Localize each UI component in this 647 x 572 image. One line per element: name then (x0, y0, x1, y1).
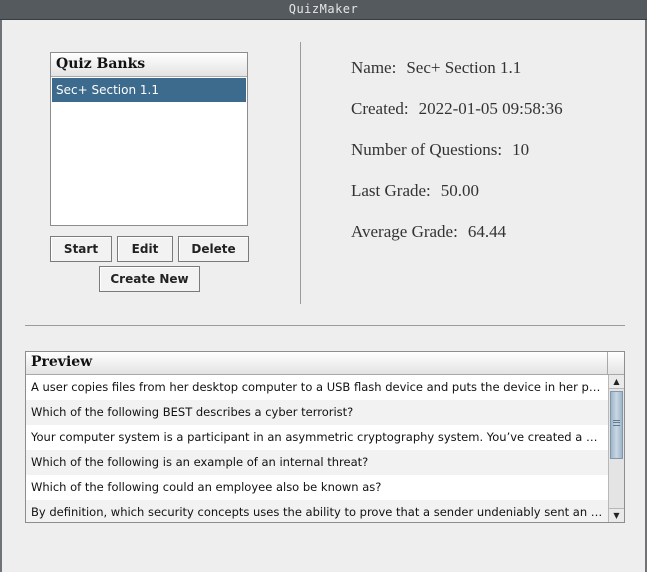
average-grade-label: Average Grade: (351, 222, 458, 241)
preview-header: Preview (26, 352, 624, 375)
quiz-banks-header: Quiz Banks (51, 53, 247, 77)
last-grade-value: 50.00 (440, 181, 480, 200)
scrollbar-grip-icon (613, 420, 620, 426)
preview-row[interactable]: Which of the following is an example of … (26, 450, 608, 475)
scroll-up-arrow-icon[interactable]: ▲ (609, 375, 624, 389)
preview-table[interactable]: Preview A user copies files from her des… (25, 351, 625, 523)
preview-row[interactable]: Which of the following could an employee… (26, 475, 608, 500)
start-button[interactable]: Start (50, 236, 112, 262)
preview-rows: A user copies files from her desktop com… (26, 375, 608, 522)
edit-button[interactable]: Edit (117, 236, 173, 262)
preview-row[interactable]: By definition, which security concepts u… (26, 500, 608, 522)
detail-number-of-questions: Number of Questions: 10 (351, 140, 529, 160)
header-corner (607, 352, 624, 374)
last-grade-label: Last Grade: (351, 181, 431, 200)
preview-row[interactable]: Your computer system is a participant in… (26, 425, 608, 450)
average-grade-value: 64.44 (467, 222, 507, 241)
scrollbar-thumb[interactable] (610, 391, 623, 459)
detail-last-grade: Last Grade: 50.00 (351, 181, 479, 201)
created-label: Created: (351, 99, 409, 118)
quiz-bank-list[interactable]: Quiz Banks Sec+ Section 1.1 (50, 52, 248, 226)
quiz-bank-item[interactable]: Sec+ Section 1.1 (52, 78, 246, 102)
name-label: Name: (351, 58, 397, 77)
created-value: 2022-01-05 09:58:36 (418, 99, 563, 118)
delete-button[interactable]: Delete (178, 236, 249, 262)
window-title: QuizMaker (0, 0, 647, 20)
name-value: Sec+ Section 1.1 (406, 58, 522, 77)
horizontal-divider (25, 325, 625, 326)
preview-row[interactable]: Which of the following BEST describes a … (26, 400, 608, 425)
detail-average-grade: Average Grade: 64.44 (351, 222, 506, 242)
create-new-button[interactable]: Create New (99, 266, 200, 292)
vertical-divider (300, 42, 301, 304)
detail-created: Created: 2022-01-05 09:58:36 (351, 99, 563, 119)
scroll-down-arrow-icon[interactable]: ▼ (609, 508, 624, 522)
num-questions-label: Number of Questions: (351, 140, 503, 159)
num-questions-value: 10 (512, 140, 530, 159)
window-frame-left (0, 20, 2, 572)
preview-title: Preview (31, 354, 93, 370)
detail-name: Name: Sec+ Section 1.1 (351, 58, 521, 78)
preview-scrollbar[interactable]: ▲ ▼ (608, 375, 624, 522)
preview-row[interactable]: A user copies files from her desktop com… (26, 375, 608, 400)
